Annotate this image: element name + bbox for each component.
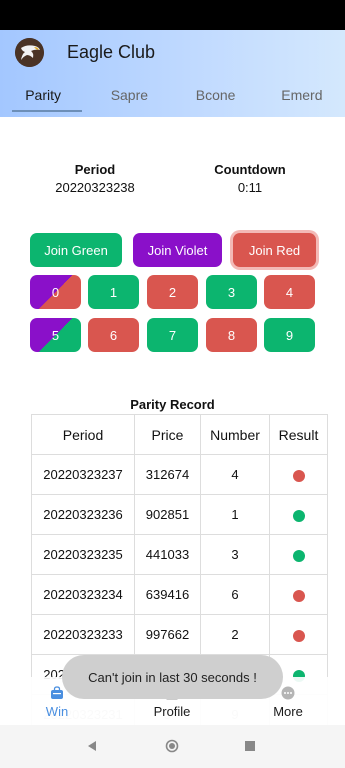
nav-more-label: More — [273, 704, 303, 719]
price-cell: 997662 — [134, 614, 201, 655]
table-row: 20220323234 639416 6 — [31, 574, 328, 615]
period-cell: 20220323235 — [31, 534, 135, 575]
price-cell: 639416 — [134, 574, 201, 615]
column-header-result: Result — [269, 414, 328, 455]
result-red-dot-icon — [292, 589, 305, 602]
number-button-1[interactable]: 1 — [88, 275, 139, 309]
number-cell: 4 — [200, 454, 270, 495]
more-icon — [281, 686, 295, 700]
result-red-dot-icon — [292, 469, 305, 482]
result-cell — [269, 534, 328, 575]
system-navigation-bar — [0, 725, 345, 768]
price-cell: 441033 — [134, 534, 201, 575]
recents-icon[interactable] — [244, 740, 256, 752]
nav-win-label: Win — [45, 704, 69, 719]
column-header-price: Price — [134, 414, 201, 455]
table-row: 20220323235 441033 3 — [31, 534, 328, 575]
period-label: Period — [74, 162, 116, 177]
bag-icon — [51, 686, 63, 699]
tab-bcone[interactable]: Bcone — [173, 82, 259, 115]
app-header: Eagle Club Parity Sapre Bcone Emerd — [0, 30, 345, 117]
result-cell — [269, 454, 328, 495]
table-row: 20220323237 312674 4 — [31, 454, 328, 495]
column-header-period: Period — [31, 414, 135, 455]
tab-sapre[interactable]: Sapre — [86, 82, 172, 115]
price-cell: 902851 — [134, 494, 201, 535]
toast-message: Can't join in last 30 seconds ! — [62, 655, 283, 699]
result-green-dot-icon — [292, 509, 305, 522]
result-cell — [269, 614, 328, 655]
period-cell: 20220323233 — [31, 614, 135, 655]
result-cell — [269, 574, 328, 615]
table-header-row: Period Price Number Result — [31, 414, 328, 455]
period-cell: 20220323234 — [31, 574, 135, 615]
status-bar — [0, 0, 345, 30]
join-red-button[interactable]: Join Red — [233, 233, 316, 267]
parity-record-title: Parity Record — [130, 397, 215, 412]
number-cell: 1 — [200, 494, 270, 535]
active-tab-indicator — [12, 110, 82, 112]
number-cell: 6 — [200, 574, 270, 615]
result-cell — [269, 494, 328, 535]
number-button-3[interactable]: 3 — [206, 275, 257, 309]
countdown-label: Countdown — [214, 162, 286, 177]
back-icon[interactable] — [86, 740, 98, 752]
number-button-2[interactable]: 2 — [147, 275, 198, 309]
period-value: 20220323238 — [55, 180, 135, 195]
join-green-button[interactable]: Join Green — [30, 233, 122, 267]
join-violet-button[interactable]: Join Violet — [133, 233, 222, 267]
result-green-dot-icon — [292, 549, 305, 562]
number-button-5[interactable]: 5 — [30, 318, 81, 352]
period-cell: 20220323236 — [31, 494, 135, 535]
number-cell: 3 — [200, 534, 270, 575]
nav-profile-label: Profile — [153, 704, 191, 719]
number-button-8[interactable]: 8 — [206, 318, 257, 352]
number-button-9[interactable]: 9 — [264, 318, 315, 352]
number-button-7[interactable]: 7 — [147, 318, 198, 352]
column-header-number: Number — [200, 414, 270, 455]
countdown-value: 0:11 — [237, 180, 263, 195]
number-button-6[interactable]: 6 — [88, 318, 139, 352]
eagle-logo-icon — [15, 38, 44, 67]
number-cell: 2 — [200, 614, 270, 655]
period-cell: 20220323237 — [31, 454, 135, 495]
price-cell: 312674 — [134, 454, 201, 495]
number-button-4[interactable]: 4 — [264, 275, 315, 309]
table-row: 20220323233 997662 2 — [31, 614, 328, 655]
table-row: 20220323236 902851 1 — [31, 494, 328, 535]
tab-emerd[interactable]: Emerd — [259, 82, 345, 115]
result-red-dot-icon — [292, 629, 305, 642]
home-icon[interactable] — [165, 739, 179, 753]
app-title: Eagle Club — [67, 42, 156, 62]
number-button-0[interactable]: 0 — [30, 275, 81, 309]
